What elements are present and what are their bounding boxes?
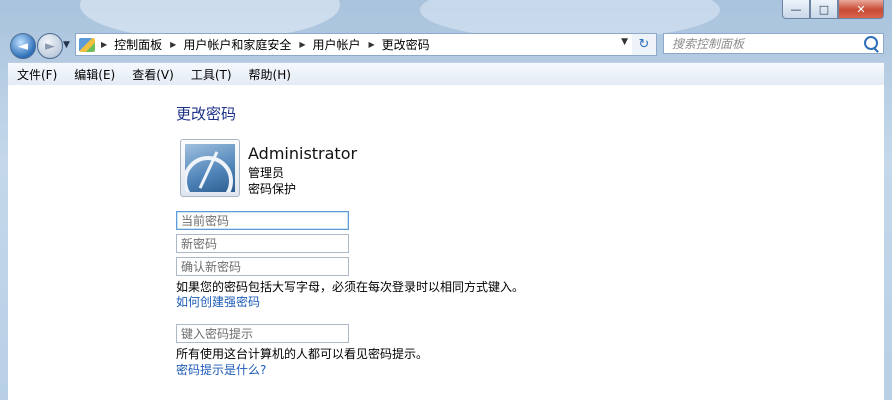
chevron-right-icon[interactable]: ▶: [299, 40, 305, 49]
back-arrow-icon: ◄: [18, 38, 28, 54]
maximize-icon: □: [818, 2, 830, 16]
close-icon: ✕: [856, 2, 866, 16]
chevron-right-icon[interactable]: ▶: [369, 40, 375, 49]
forward-arrow-icon: ►: [45, 38, 55, 54]
user-picture: [185, 144, 235, 192]
chevron-right-icon[interactable]: ▶: [170, 40, 176, 49]
search-input[interactable]: [670, 35, 854, 52]
search-box[interactable]: [663, 33, 884, 54]
caption-buttons: — □ ✕: [782, 0, 884, 20]
search-icon[interactable]: [864, 36, 878, 50]
menu-bar: 文件(F) 编辑(E) 查看(V) 工具(T) 帮助(H): [8, 62, 884, 86]
refresh-icon: ↻: [638, 37, 650, 52]
menu-view[interactable]: 查看(V): [123, 66, 182, 83]
breadcrumb-user-accounts-family-safety[interactable]: 用户帐户和家庭安全: [183, 36, 291, 53]
forward-button[interactable]: ►: [37, 33, 63, 59]
back-button[interactable]: ◄: [10, 33, 36, 59]
password-status: 密码保护: [248, 182, 297, 196]
address-bar[interactable]: ▶ 控制面板 ▶ 用户帐户和家庭安全 ▶ 用户帐户 ▶ 更改密码 ▼: [75, 33, 633, 56]
user-avatar: [180, 139, 240, 197]
chevron-right-icon[interactable]: ▶: [101, 40, 107, 49]
confirm-password-field[interactable]: [176, 257, 349, 276]
minimize-button[interactable]: —: [782, 0, 810, 19]
close-button[interactable]: ✕: [838, 0, 884, 19]
user-name: Administrator: [248, 144, 358, 163]
breadcrumb-control-panel[interactable]: 控制面板: [114, 36, 162, 53]
control-panel-icon: [79, 37, 95, 52]
menu-tools[interactable]: 工具(T): [182, 66, 240, 83]
refresh-button[interactable]: ↻: [632, 33, 657, 56]
menu-help[interactable]: 帮助(H): [240, 66, 299, 83]
page-title: 更改密码: [176, 105, 237, 123]
hint-visibility-note: 所有使用这台计算机的人都可以看见密码提示。: [176, 347, 429, 361]
address-dropdown-icon[interactable]: ▼: [621, 37, 628, 47]
maximize-button[interactable]: □: [810, 0, 838, 19]
breadcrumb-change-password[interactable]: 更改密码: [382, 36, 430, 53]
user-role: 管理员: [248, 166, 285, 180]
recent-pages-dropdown-icon[interactable]: ▼: [63, 40, 70, 50]
password-hint-help-link[interactable]: 密码提示是什么?: [176, 361, 266, 378]
new-password-field[interactable]: [176, 234, 349, 253]
strong-password-link[interactable]: 如何创建强密码: [176, 293, 260, 310]
breadcrumb-user-accounts[interactable]: 用户帐户: [313, 36, 361, 53]
content-pane: 更改密码 Administrator 管理员 密码保护 如果您的密码包括大写字母…: [8, 85, 884, 400]
minimize-icon: —: [790, 2, 802, 16]
menu-edit[interactable]: 编辑(E): [65, 66, 123, 83]
password-hint-field[interactable]: [176, 324, 349, 343]
window-frame: — □ ✕ ◄ ► ▼ ▶ 控制面板 ▶ 用户帐户和家庭安全 ▶ 用户帐户 ▶ …: [0, 0, 892, 400]
menu-file[interactable]: 文件(F): [8, 66, 65, 83]
current-password-field[interactable]: [176, 211, 349, 230]
